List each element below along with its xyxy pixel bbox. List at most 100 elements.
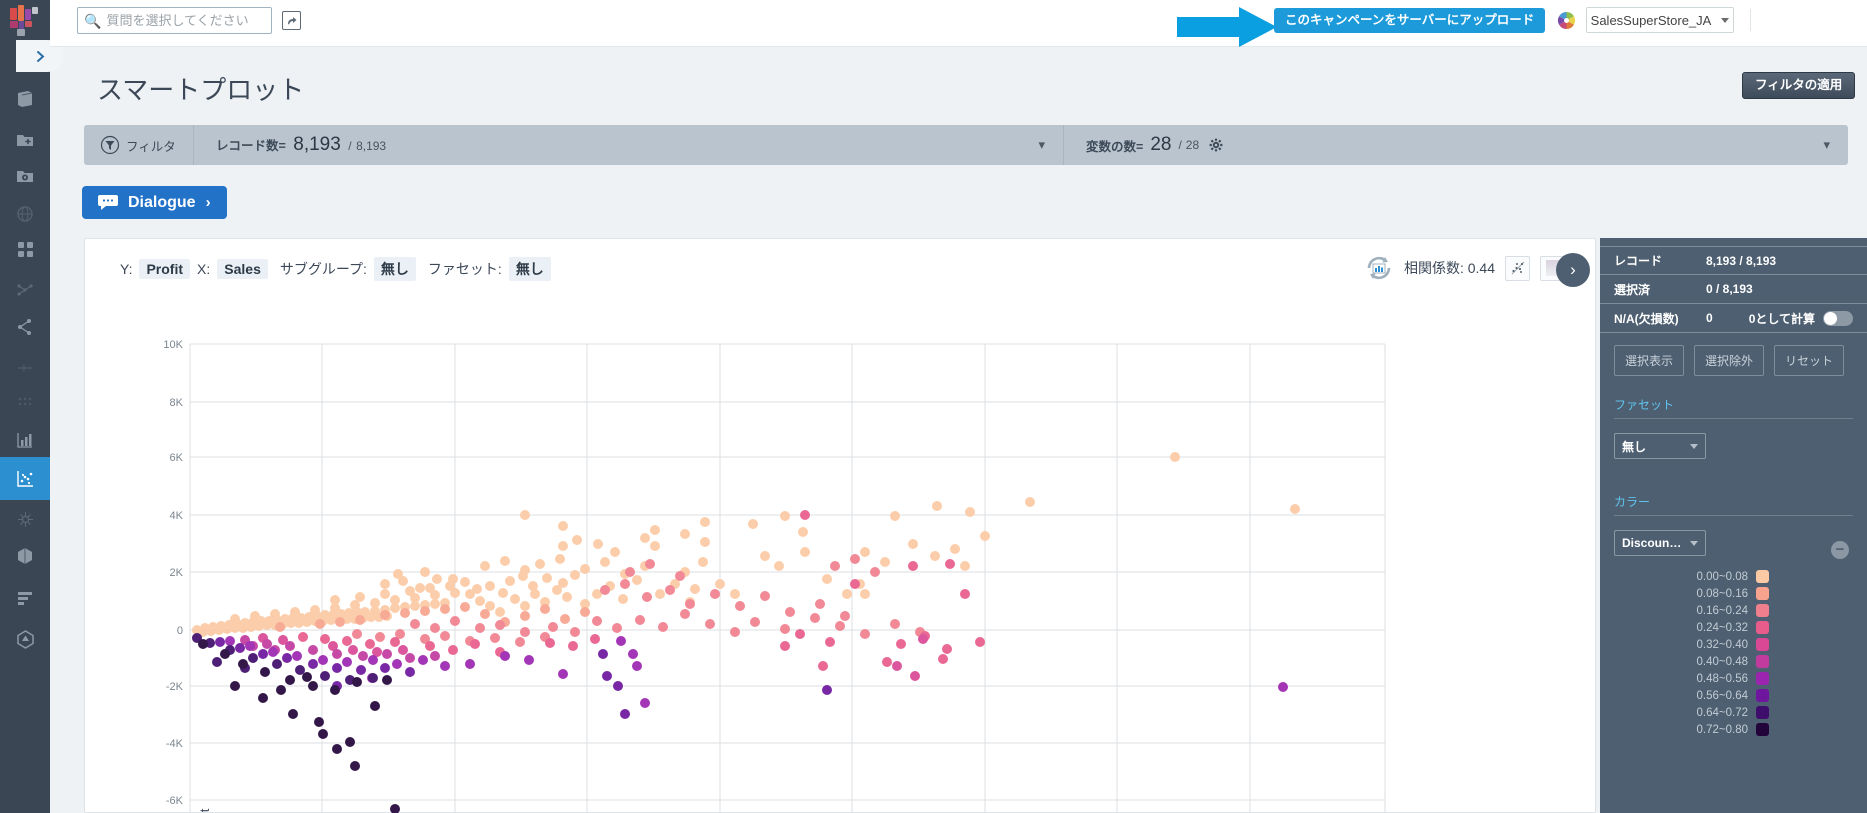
legend-row[interactable]: 0.72~0.80 <box>1600 721 1867 738</box>
exclude-selected-button[interactable]: 選択除外 <box>1694 345 1765 376</box>
sidebar-item-regression[interactable] <box>0 343 50 386</box>
dialogue-button[interactable]: Dialogue › <box>82 186 227 219</box>
folder-gear-icon <box>17 170 33 182</box>
chevron-right-icon <box>36 50 44 62</box>
legend-color-swatch <box>1756 570 1769 583</box>
color-legend: 0.00~0.08 0.08~0.16 0.16~0.24 0.24~0.32 0.32… <box>1600 568 1867 738</box>
records-current: 8,193 <box>293 134 341 155</box>
variables-current: 28 <box>1150 134 1172 155</box>
folder-plus-icon <box>17 134 33 146</box>
legend-row[interactable]: 0.64~0.72 <box>1600 704 1867 721</box>
network-icon <box>17 283 33 296</box>
color-wheel-icon[interactable] <box>1557 11 1576 30</box>
legend-row[interactable]: 0.24~0.32 <box>1600 619 1867 636</box>
legend-range-label: 0.72~0.80 <box>1696 723 1748 736</box>
svg-text:10K: 10K <box>163 339 183 351</box>
legend-range-label: 0.16~0.24 <box>1696 604 1748 617</box>
sidebar-item-share[interactable] <box>0 305 50 348</box>
app-logo[interactable] <box>8 4 42 38</box>
gear-icon[interactable] <box>1209 138 1223 152</box>
legend-range-label: 0.00~0.08 <box>1696 570 1748 583</box>
color-select-value: Discoun… <box>1622 536 1682 550</box>
chevron-down-icon[interactable]: ▾ <box>1823 137 1830 153</box>
variables-count-section[interactable]: 変数の数= 28 / 28 ▾ <box>1064 125 1848 165</box>
scatter-view-toggle[interactable] <box>1505 255 1530 281</box>
color-variable-select[interactable]: Discoun… <box>1614 530 1706 556</box>
right-panel: レコード 8,193 / 8,193 選択済 0 / 8,193 N/A(欠損数… <box>1600 238 1867 813</box>
na-value: 0 <box>1706 311 1713 325</box>
grid-icon <box>17 242 33 257</box>
facet-variable[interactable]: 無し <box>508 257 551 281</box>
blue-arrow-annotation <box>1177 7 1277 47</box>
legend-color-swatch <box>1756 604 1769 617</box>
facet-section: ファセット 無し <box>1600 396 1867 459</box>
svg-text:4K: 4K <box>170 510 184 522</box>
funnel-icon <box>100 135 120 155</box>
chevron-down-icon <box>1721 17 1730 23</box>
y-axis-prefix: Y: <box>120 261 133 277</box>
search-input[interactable] <box>106 13 262 28</box>
left-nav-rail <box>0 0 64 813</box>
sidebar-item-bar-chart[interactable] <box>0 418 50 461</box>
records-label: レコード数= <box>216 139 286 153</box>
filter-label: フィルタ <box>126 139 176 154</box>
remove-color-button[interactable]: − <box>1831 541 1849 559</box>
upload-campaign-button[interactable]: このキャンペーンをサーバーにアップロード <box>1274 8 1546 33</box>
variables-slash: / <box>1178 138 1182 152</box>
sidebar-item-ranking[interactable] <box>0 576 50 619</box>
search-box[interactable]: 🔍 <box>77 7 272 34</box>
dialogue-label: Dialogue <box>128 193 196 211</box>
apply-filter-button[interactable]: フィルタの適用 <box>1742 72 1856 99</box>
sidebar-item-grid[interactable] <box>0 228 50 271</box>
legend-row[interactable]: 0.48~0.56 <box>1600 670 1867 687</box>
legend-row[interactable]: 0.16~0.24 <box>1600 602 1867 619</box>
x-axis-variable[interactable]: Sales <box>217 259 268 279</box>
svg-text:8K: 8K <box>170 397 184 409</box>
legend-range-label: 0.40~0.48 <box>1696 655 1748 668</box>
refresh-chart-icon[interactable] <box>1364 253 1394 283</box>
regression-icon <box>18 364 32 371</box>
selected-row: 選択済 0 / 8,193 <box>1600 275 1867 304</box>
facet-select[interactable]: 無し <box>1614 433 1706 459</box>
svg-text:-4K: -4K <box>166 738 184 750</box>
legend-range-label: 0.32~0.40 <box>1696 638 1748 651</box>
legend-row[interactable]: 0.00~0.08 <box>1600 568 1867 585</box>
top-bar: 🔍 このキャンペーンをサーバーにアップロード SalesSup <box>50 0 1867 47</box>
sidebar-item-folder-settings[interactable] <box>0 154 50 197</box>
svg-text:0: 0 <box>177 625 183 637</box>
ranking-icon <box>18 591 32 605</box>
records-count-section[interactable]: レコード数= 8,193 / 8,193 ▾ <box>194 125 1064 165</box>
sidebar-item-cube[interactable] <box>0 534 50 577</box>
scatter-plot-icon <box>1511 261 1524 275</box>
legend-row[interactable]: 0.56~0.64 <box>1600 687 1867 704</box>
color-section-title: カラー <box>1614 493 1853 516</box>
share-button[interactable] <box>282 11 301 30</box>
correlation-area: 相関係数: 0.44 <box>1364 253 1565 283</box>
right-panel-toggle[interactable]: › <box>1556 253 1590 287</box>
legend-row[interactable]: 0.08~0.16 <box>1600 585 1867 602</box>
legend-range-label: 0.48~0.56 <box>1696 672 1748 685</box>
show-selected-button[interactable]: 選択表示 <box>1614 345 1685 376</box>
legend-color-swatch <box>1756 587 1769 600</box>
sidebar-item-smart-plot[interactable] <box>0 457 50 500</box>
scatter-chart[interactable]: 10K 8K 6K 4K 2K 0 -2K -4K -6K <box>85 294 1597 813</box>
na-zero-label: 0として計算 <box>1748 311 1816 326</box>
sidebar-item-book[interactable] <box>0 77 50 120</box>
facet-section-title: ファセット <box>1614 396 1853 419</box>
dataset-selector[interactable]: SalesSuperStore_JA <box>1586 7 1734 33</box>
chevron-down-icon[interactable]: ▾ <box>1038 137 1045 153</box>
variables-label: 変数の数= <box>1086 139 1144 154</box>
legend-row[interactable]: 0.32~0.40 <box>1600 636 1867 653</box>
subgroup-variable[interactable]: 無し <box>373 257 416 281</box>
na-as-zero-toggle[interactable] <box>1823 310 1853 326</box>
reset-button[interactable]: リセット <box>1774 345 1845 376</box>
y-axis-variable[interactable]: Profit <box>139 259 191 279</box>
legend-row[interactable]: 0.40~0.48 <box>1600 653 1867 670</box>
filter-button[interactable]: フィルタ <box>84 125 194 165</box>
na-row: N/A(欠損数) 0 0として計算 <box>1600 304 1867 333</box>
cluster-icon <box>17 512 33 527</box>
chevron-down-icon <box>1690 540 1698 546</box>
sidebar-item-deploy[interactable] <box>0 618 50 661</box>
plot-card: Y: Profit X: Sales サブグループ: 無し ファセット: 無し … <box>84 238 1596 813</box>
toolbar-divider <box>1750 9 1751 31</box>
